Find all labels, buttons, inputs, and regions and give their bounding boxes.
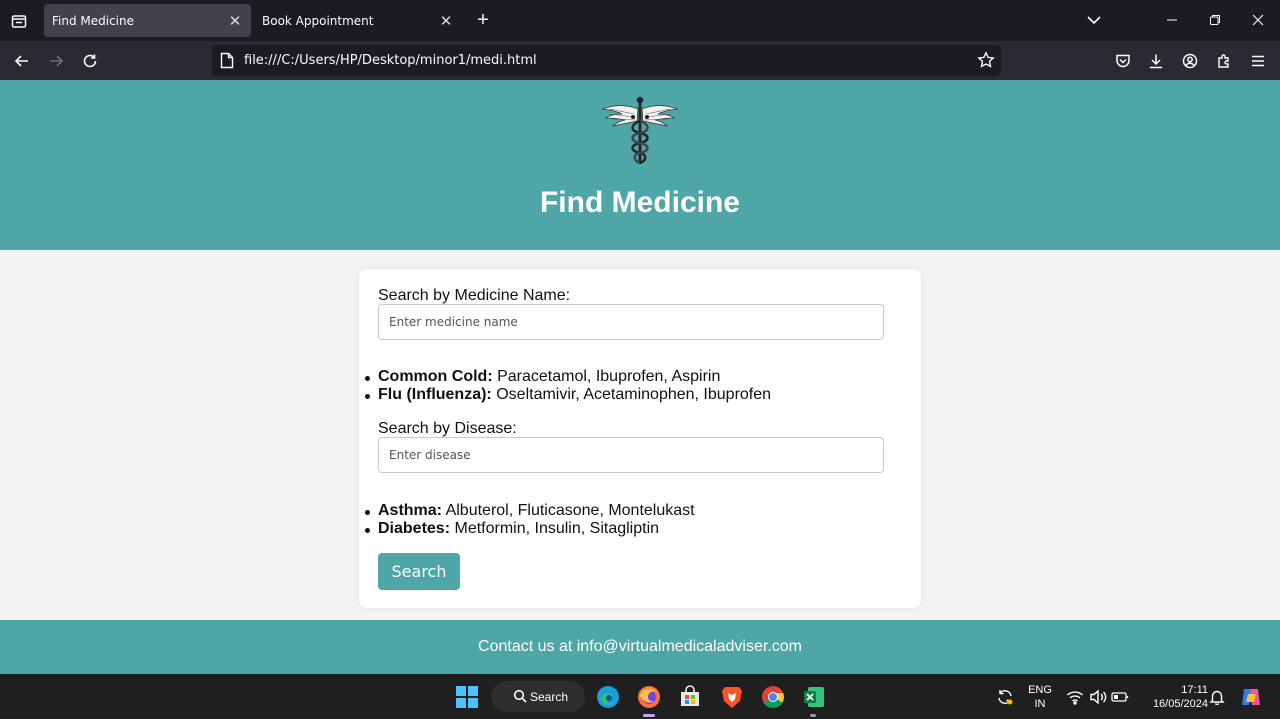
- disease-name: Common Cold:: [378, 368, 493, 385]
- caduceus-logo: [600, 95, 680, 167]
- page-viewport: Find Medicine Search by Medicine Name: C…: [0, 80, 1280, 674]
- open-app-indicator: [810, 714, 816, 717]
- pocket-icon[interactable]: [1112, 50, 1134, 72]
- download-icon[interactable]: [1145, 50, 1167, 72]
- close-window-icon[interactable]: [1246, 8, 1270, 32]
- page-title: Find Medicine: [539, 186, 740, 219]
- menu-icon[interactable]: [1247, 50, 1269, 72]
- page-icon: [220, 52, 236, 69]
- tab-title: Book Appointment: [262, 13, 374, 28]
- restore-icon[interactable]: [1203, 8, 1227, 32]
- tab-title: Find Medicine: [52, 13, 135, 28]
- tab-bar: Find Medicine ✕ Book Appointment ✕ +: [0, 0, 1280, 41]
- minimize-icon[interactable]: [1160, 8, 1184, 32]
- navigation-toolbar: file:///C:/Users/HP/Desktop/minor1/medi.…: [0, 41, 1280, 80]
- firefox-icon[interactable]: [634, 682, 664, 712]
- address-bar[interactable]: file:///C:/Users/HP/Desktop/minor1/medi.…: [212, 45, 1001, 76]
- back-arrow-icon[interactable]: [10, 49, 34, 73]
- taskbar: Search ENG IN 17:11 16/05/2024: [0, 674, 1280, 719]
- disease-medicine-list: Asthma: Albuterol, Fluticasone, Monteluk…: [364, 502, 695, 538]
- chevron-down-icon[interactable]: [1084, 10, 1104, 30]
- forward-arrow-icon[interactable]: [44, 49, 68, 73]
- taskbar-search-label: Search: [530, 689, 569, 704]
- edge-icon[interactable]: [593, 682, 623, 712]
- wifi-icon[interactable]: [1066, 688, 1084, 706]
- time-text: 17:11: [1181, 684, 1208, 696]
- copilot-icon[interactable]: [1239, 685, 1263, 709]
- new-tab-icon[interactable]: +: [472, 9, 494, 31]
- medicine-names: Paracetamol, Ibuprofen, Aspirin: [497, 368, 721, 385]
- bookmark-star-icon[interactable]: [977, 51, 995, 69]
- brave-icon[interactable]: [717, 682, 747, 712]
- search-icon: [513, 689, 527, 703]
- medicine-names: Metformin, Insulin, Sitagliptin: [454, 520, 660, 537]
- medicine-names: Oseltamivir, Acetaminophen, Ibuprofen: [496, 386, 772, 403]
- reload-icon[interactable]: [78, 49, 102, 73]
- taskbar-search[interactable]: Search: [491, 681, 585, 712]
- list-item: Flu (Influenza): Oseltamivir, Acetaminop…: [364, 386, 771, 404]
- notification-bell-icon[interactable]: [1208, 688, 1226, 706]
- store-icon[interactable]: [675, 682, 705, 712]
- contact-text: Contact us at info@virtualmedicaladviser…: [478, 638, 802, 655]
- list-item: Common Cold: Paracetamol, Ibuprofen, Asp…: [364, 368, 771, 386]
- disease-search-label: Search by Disease:: [378, 420, 517, 437]
- disease-medicine-list: Common Cold: Paracetamol, Ibuprofen, Asp…: [364, 368, 771, 404]
- date-text: 16/05/2024: [1152, 698, 1208, 710]
- url-text: file:///C:/Users/HP/Desktop/minor1/medi.…: [244, 53, 537, 68]
- region-text: IN: [1034, 698, 1046, 710]
- volume-icon[interactable]: [1089, 688, 1107, 706]
- medicine-search-input[interactable]: [378, 304, 884, 340]
- disease-search-input[interactable]: [378, 437, 884, 473]
- clock[interactable]: 17:11 16/05/2024: [1138, 683, 1208, 711]
- search-card: Search by Medicine Name: Common Cold: Pa…: [359, 269, 921, 608]
- close-tab-icon[interactable]: ✕: [227, 12, 243, 30]
- disease-name: Diabetes:: [378, 520, 451, 537]
- firefox-view-icon[interactable]: [6, 8, 32, 34]
- extensions-icon[interactable]: [1213, 50, 1235, 72]
- medicine-names: Albuterol, Fluticasone, Montelukast: [445, 502, 695, 519]
- disease-name: Flu (Influenza):: [378, 386, 492, 403]
- language-text: ENG: [1028, 684, 1052, 696]
- language-indicator[interactable]: ENG IN: [1024, 683, 1056, 711]
- list-item: Asthma: Albuterol, Fluticasone, Monteluk…: [364, 502, 695, 520]
- battery-icon[interactable]: [1111, 688, 1129, 706]
- chrome-icon[interactable]: [758, 682, 788, 712]
- medicine-search-label: Search by Medicine Name:: [378, 287, 571, 304]
- close-tab-icon[interactable]: ✕: [438, 12, 454, 30]
- page-footer: Contact us at info@virtualmedicaladviser…: [0, 620, 1280, 674]
- page-header: Find Medicine: [0, 80, 1280, 250]
- windows-start-icon[interactable]: [452, 682, 482, 712]
- account-icon[interactable]: [1179, 50, 1201, 72]
- list-item: Diabetes: Metformin, Insulin, Sitaglipti…: [364, 520, 695, 538]
- disease-name: Asthma:: [378, 502, 443, 519]
- tab-find-medicine[interactable]: Find Medicine ✕: [44, 4, 251, 37]
- sync-icon[interactable]: [996, 688, 1014, 706]
- search-button[interactable]: Search: [378, 553, 460, 590]
- active-app-indicator: [643, 714, 655, 717]
- tab-book-appointment[interactable]: Book Appointment ✕: [254, 4, 462, 37]
- excel-icon[interactable]: [799, 682, 829, 712]
